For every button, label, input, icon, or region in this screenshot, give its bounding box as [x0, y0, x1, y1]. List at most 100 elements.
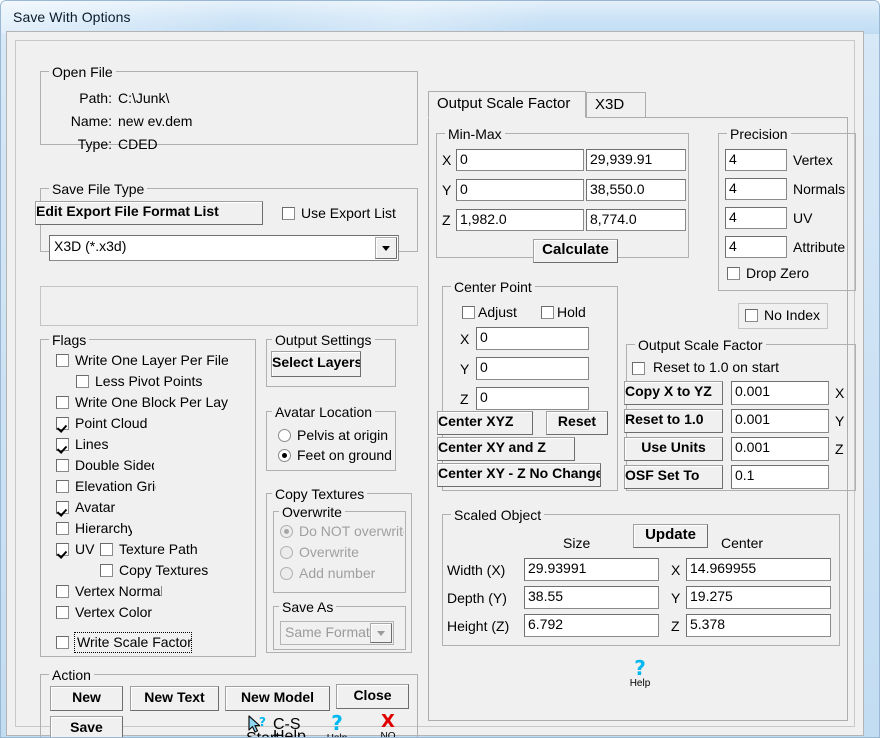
- flag-hierarchy-checkbox[interactable]: [56, 522, 69, 535]
- select-layers-button[interactable]: Select Layers: [271, 351, 361, 377]
- flag-vertex-colors-checkbox[interactable]: [56, 606, 69, 619]
- osf-reset-on-start-label: Reset to 1.0 on start: [653, 359, 780, 375]
- path-label: Path:: [79, 90, 112, 106]
- scaled-object-caption: Scaled Object: [451, 507, 545, 523]
- tab-output-scale-factor[interactable]: Output Scale Factor: [428, 91, 586, 118]
- tab-x3d[interactable]: X3D: [586, 92, 646, 118]
- flag-lines-label: Lines: [75, 436, 109, 452]
- min-max-x-min-input[interactable]: 0: [456, 149, 584, 171]
- min-max-y-max-input[interactable]: 38,550.0: [586, 179, 686, 201]
- edit-export-file-format-list-button[interactable]: Edit Export File Format List: [35, 201, 263, 225]
- center-point-y-input[interactable]: 0: [476, 357, 589, 380]
- open-file-group: Open File: [40, 64, 418, 145]
- new-text-button[interactable]: New Text: [130, 686, 219, 711]
- min-max-z-max-input[interactable]: 8,774.0: [586, 209, 686, 231]
- flag-elevation-grid-checkbox[interactable]: [56, 480, 69, 493]
- new-model-button[interactable]: New Model: [225, 686, 330, 711]
- help-icon[interactable]: ? Help: [321, 713, 353, 737]
- osf-z-input[interactable]: 0.001: [731, 437, 829, 461]
- flag-avatar-label: Avatar: [75, 499, 116, 515]
- scaled-object-center-header: Center: [721, 535, 764, 551]
- flag-avatar-checkbox[interactable]: [56, 501, 69, 514]
- save-as-chevron-down-icon[interactable]: [370, 623, 392, 643]
- overwrite-do-not-radio[interactable]: [280, 525, 293, 538]
- save-as-combo[interactable]: Same Format: [280, 621, 394, 645]
- scaled-object-depth-input[interactable]: 38.55: [524, 586, 659, 609]
- center-point-hold-checkbox[interactable]: [541, 306, 554, 319]
- flag-write-scale-factor-checkbox[interactable]: [56, 636, 69, 649]
- flag-copy-textures-checkbox[interactable]: [100, 564, 113, 577]
- avatar-pelvis-radio[interactable]: [278, 429, 291, 442]
- min-max-caption: Min-Max: [445, 126, 505, 142]
- flag-double-sided-checkbox[interactable]: [56, 459, 69, 472]
- save-format-combo[interactable]: X3D (*.x3d): [49, 235, 399, 261]
- drop-zero-checkbox[interactable]: [727, 267, 740, 280]
- new-button[interactable]: New: [50, 686, 123, 711]
- precision-attribute-input[interactable]: 4: [725, 236, 787, 258]
- flag-write-scale-factor-label: Write Scale Factor: [77, 634, 192, 650]
- close-button[interactable]: Close: [336, 684, 409, 709]
- panel-help-icon[interactable]: ? Help: [624, 658, 656, 689]
- osf-x-input[interactable]: 0.001: [731, 381, 829, 405]
- center-point-x-input[interactable]: 0: [476, 327, 589, 350]
- flag-texture-path-checkbox[interactable]: [100, 543, 113, 556]
- center-point-z-input[interactable]: 0: [476, 387, 589, 410]
- use-units-button[interactable]: Use Units: [624, 437, 723, 461]
- osf-reset-to-1-button[interactable]: Reset to 1.0: [624, 409, 723, 433]
- center-point-adjust-checkbox[interactable]: [462, 306, 475, 319]
- min-max-z-min-input[interactable]: 1,982.0: [456, 209, 584, 231]
- center-xy-and-z-button[interactable]: Center XY and Z: [437, 437, 575, 461]
- open-file-caption: Open File: [49, 64, 116, 80]
- osf-set-to-input[interactable]: 0.1: [731, 465, 829, 489]
- osf-reset-on-start-checkbox[interactable]: [632, 362, 645, 375]
- overwrite-add-number-radio[interactable]: [280, 567, 293, 580]
- copy-x-to-yz-button[interactable]: Copy X to YZ: [624, 381, 723, 405]
- scaled-object-center-y-input[interactable]: 19.275: [686, 586, 831, 609]
- scaled-object-update-button[interactable]: Update: [633, 524, 708, 548]
- flag-vertex-normals-checkbox[interactable]: [56, 585, 69, 598]
- flag-point-cloud-checkbox[interactable]: [56, 417, 69, 430]
- center-xy-z-no-change-button[interactable]: Center XY - Z No Change: [437, 463, 601, 487]
- overwrite-add-number-label: Add number: [299, 565, 376, 581]
- scaled-object-center-x-input[interactable]: 14.969955: [686, 558, 831, 581]
- osf-set-to-button[interactable]: OSF Set To: [624, 465, 723, 489]
- chevron-down-icon[interactable]: [375, 237, 397, 259]
- no-index-label: No Index: [764, 307, 821, 323]
- flag-uv-checkbox[interactable]: [56, 543, 69, 556]
- flag-less-pivot-points-checkbox[interactable]: [76, 375, 89, 388]
- center-point-x-axis-label: X: [460, 331, 470, 347]
- precision-uv-input[interactable]: 4: [725, 207, 787, 229]
- avatar-feet-label: Feet on ground: [297, 447, 392, 463]
- min-max-y-min-input[interactable]: 0: [456, 179, 584, 201]
- flag-vertex-colors-label: Vertex Colors: [75, 604, 152, 620]
- flag-elevation-grid-label: Elevation Grid: [75, 478, 156, 494]
- precision-vertex-input[interactable]: 4: [725, 149, 787, 171]
- min-max-x-max-input[interactable]: 29,939.91: [586, 149, 686, 171]
- osf-y-input[interactable]: 0.001: [731, 409, 829, 433]
- no-icon[interactable]: X NO: [373, 713, 403, 738]
- osf-y-axis-label: Y: [835, 413, 845, 429]
- center-xyz-button[interactable]: Center XYZ: [437, 411, 533, 435]
- scaled-object-center-z-input[interactable]: 5.378: [686, 614, 831, 637]
- avatar-feet-radio[interactable]: [278, 449, 291, 462]
- no-index-checkbox[interactable]: [745, 309, 758, 322]
- calculate-button[interactable]: Calculate: [533, 239, 618, 263]
- title-bar: Save With Options: [1, 1, 879, 34]
- save-button[interactable]: Save: [50, 716, 123, 737]
- overwrite-overwrite-label: Overwrite: [299, 544, 359, 560]
- use-export-list-checkbox[interactable]: [282, 207, 295, 220]
- precision-normals-input[interactable]: 4: [725, 178, 787, 200]
- scaled-object-height-input[interactable]: 6.792: [524, 614, 659, 637]
- flag-lines-checkbox[interactable]: [56, 438, 69, 451]
- center-point-reset-button[interactable]: Reset: [546, 411, 608, 435]
- flags-caption: Flags: [49, 332, 90, 348]
- flag-write-one-block-checkbox[interactable]: [56, 396, 69, 409]
- flag-write-one-layer-checkbox[interactable]: [56, 354, 69, 367]
- overwrite-overwrite-radio[interactable]: [280, 546, 293, 559]
- cs-help-start-icon[interactable]: ? Start C-S Help: [246, 714, 306, 737]
- scaled-object-width-input[interactable]: 29.93991: [524, 558, 659, 581]
- center-point-y-axis-label: Y: [460, 361, 470, 377]
- drop-zero-label: Drop Zero: [746, 265, 810, 281]
- output-settings-caption: Output Settings: [272, 332, 375, 348]
- scaled-object-depth-label: Depth (Y): [447, 590, 507, 606]
